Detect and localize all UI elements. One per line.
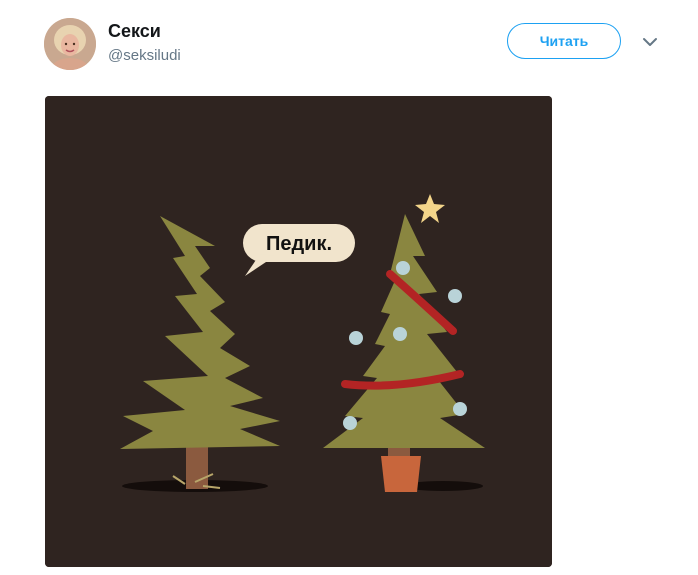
speech-bubble-text: Педик. [266, 233, 332, 255]
author-handle[interactable]: @seksiludi [108, 47, 181, 64]
christmas-trees-illustration: Педик. [45, 96, 552, 567]
tweet-image[interactable]: Педик. [45, 96, 552, 567]
ornament [343, 416, 357, 430]
ornament [448, 289, 462, 303]
avatar-image [44, 18, 96, 70]
avatar[interactable] [44, 18, 96, 70]
follow-button[interactable]: Читать [507, 23, 621, 59]
tree-pot [381, 456, 421, 492]
ornament [453, 402, 467, 416]
ornament [393, 327, 407, 341]
author-display-name[interactable]: Секси [108, 21, 161, 42]
ornament [396, 261, 410, 275]
chevron-down-icon[interactable] [640, 34, 660, 50]
ornament [349, 331, 363, 345]
